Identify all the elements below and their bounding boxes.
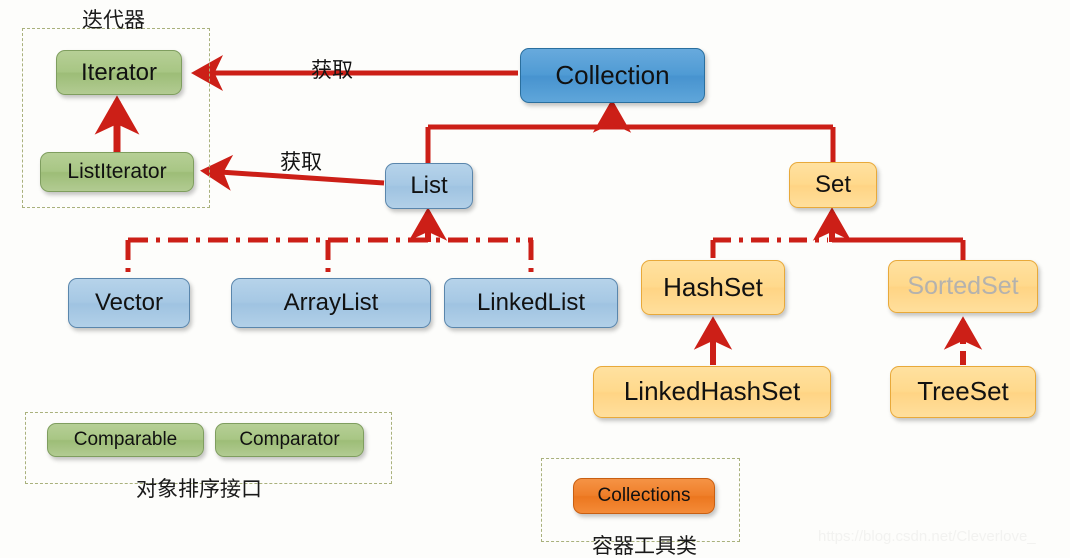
node-vector[interactable]: Vector <box>68 278 190 328</box>
node-collection[interactable]: Collection <box>520 48 705 103</box>
node-label-list-iterator: ListIterator <box>67 159 167 183</box>
node-label-array-list: ArrayList <box>283 289 379 317</box>
node-label-iterator: Iterator <box>80 58 158 86</box>
edge-label-list-to-listiterator: 获取 <box>280 151 322 174</box>
node-label-set: Set <box>814 171 852 199</box>
group-label-utility: 容器工具类 <box>592 535 697 558</box>
group-label-sorting: 对象排序接口 <box>136 478 262 501</box>
node-label-hash-set: HashSet <box>663 271 763 302</box>
edge-list-set-to-collection <box>425 99 836 163</box>
diagram-canvas: Iterator ListIterator Collection List Se… <box>0 0 1070 558</box>
node-label-comparator: Comparator <box>239 429 340 451</box>
node-comparator[interactable]: Comparator <box>215 423 364 457</box>
node-label-sorted-set: SortedSet <box>907 272 1019 301</box>
node-linked-hash-set[interactable]: LinkedHashSet <box>593 366 831 418</box>
node-label-vector: Vector <box>94 289 164 317</box>
node-set[interactable]: Set <box>789 162 877 208</box>
node-label-linked-hash-set: LinkedHashSet <box>623 376 801 407</box>
node-label-linked-list: LinkedList <box>476 289 586 317</box>
node-hash-set[interactable]: HashSet <box>641 260 785 315</box>
node-label-collections: Collections <box>597 485 691 507</box>
edge-sortedset-to-set <box>812 207 966 260</box>
node-comparable[interactable]: Comparable <box>47 423 204 457</box>
node-label-tree-set: TreeSet <box>917 376 1009 407</box>
edge-list-implementations <box>125 207 534 278</box>
edge-hashset-to-set <box>710 237 828 260</box>
node-list[interactable]: List <box>385 163 473 209</box>
watermark-url: https://blog.csdn.net/Cleverlove_ <box>818 528 1036 545</box>
edge-label-collection-to-iterator: 获取 <box>311 59 353 82</box>
node-list-iterator[interactable]: ListIterator <box>40 152 194 192</box>
node-label-list: List <box>410 172 448 200</box>
group-label-iterator: 迭代器 <box>82 9 145 32</box>
node-tree-set[interactable]: TreeSet <box>890 366 1036 418</box>
node-label-comparable: Comparable <box>73 429 178 451</box>
node-linked-list[interactable]: LinkedList <box>444 278 618 328</box>
node-array-list[interactable]: ArrayList <box>231 278 431 328</box>
node-iterator[interactable]: Iterator <box>56 50 182 95</box>
node-collections[interactable]: Collections <box>573 478 715 514</box>
node-sorted-set[interactable]: SortedSet <box>888 260 1038 313</box>
node-label-collection: Collection <box>555 59 670 90</box>
